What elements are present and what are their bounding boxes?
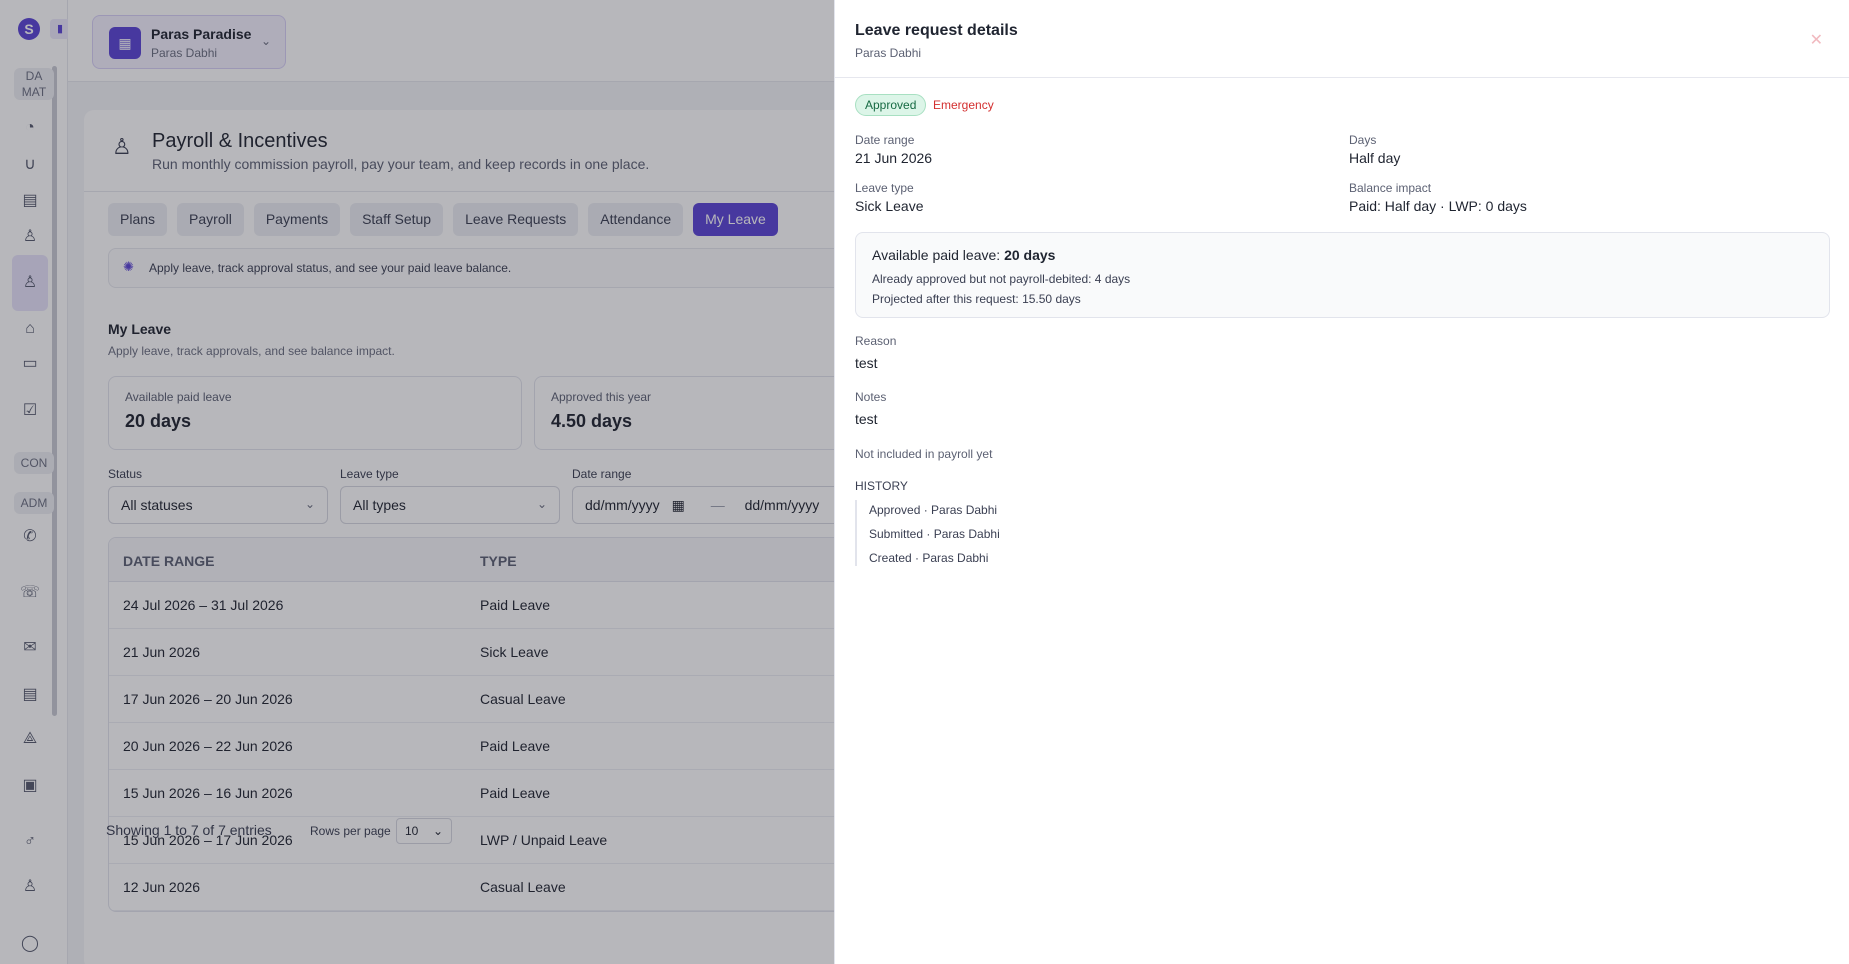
history-item: Submitted · Paras Dabhi	[869, 527, 1000, 541]
available-paid-leave-value: 20 days	[1004, 247, 1056, 263]
leave-details-drawer: Leave request details Paras Dabhi ✕ Appr…	[834, 0, 1849, 964]
balance-impact-value: Paid: Half day · LWP: 0 days	[1349, 198, 1527, 214]
leave-type-value: Sick Leave	[855, 198, 924, 214]
notes-label: Notes	[855, 390, 887, 404]
reason-label: Reason	[855, 334, 897, 348]
modal-backdrop[interactable]	[0, 0, 834, 964]
leave-type-label: Leave type	[855, 181, 914, 195]
reason-value: test	[855, 355, 878, 371]
drawer-title: Leave request details	[855, 22, 1018, 39]
drawer-subtitle: Paras Dabhi	[855, 46, 922, 60]
available-paid-leave-label: Available paid leave:	[872, 247, 1005, 263]
history-item: Created · Paras Dabhi	[869, 551, 989, 565]
date-range-value: 21 Jun 2026	[855, 150, 933, 166]
payroll-status-text: Not included in payroll yet	[855, 447, 993, 461]
days-value: Half day	[1349, 150, 1401, 166]
projected-balance-note: Projected after this request: 15.50 days	[872, 292, 1081, 306]
history-item: Approved · Paras Dabhi	[869, 503, 998, 517]
status-badge: Approved	[855, 94, 927, 116]
category-badge: Emergency	[933, 98, 994, 112]
balance-impact-label: Balance impact	[1349, 181, 1432, 195]
days-label: Days	[1349, 133, 1377, 147]
history-timeline	[855, 500, 857, 566]
divider	[835, 77, 1849, 78]
notes-value: test	[855, 411, 878, 427]
already-approved-note: Already approved but not payroll-debited…	[872, 272, 1131, 286]
history-heading: HISTORY	[855, 479, 908, 493]
date-range-label: Date range	[855, 133, 915, 147]
balance-summary-box: Available paid leave: 20 days Already ap…	[855, 232, 1830, 318]
available-paid-leave: Available paid leave: 20 days	[872, 247, 1055, 263]
close-icon[interactable]: ✕	[1810, 30, 1823, 50]
